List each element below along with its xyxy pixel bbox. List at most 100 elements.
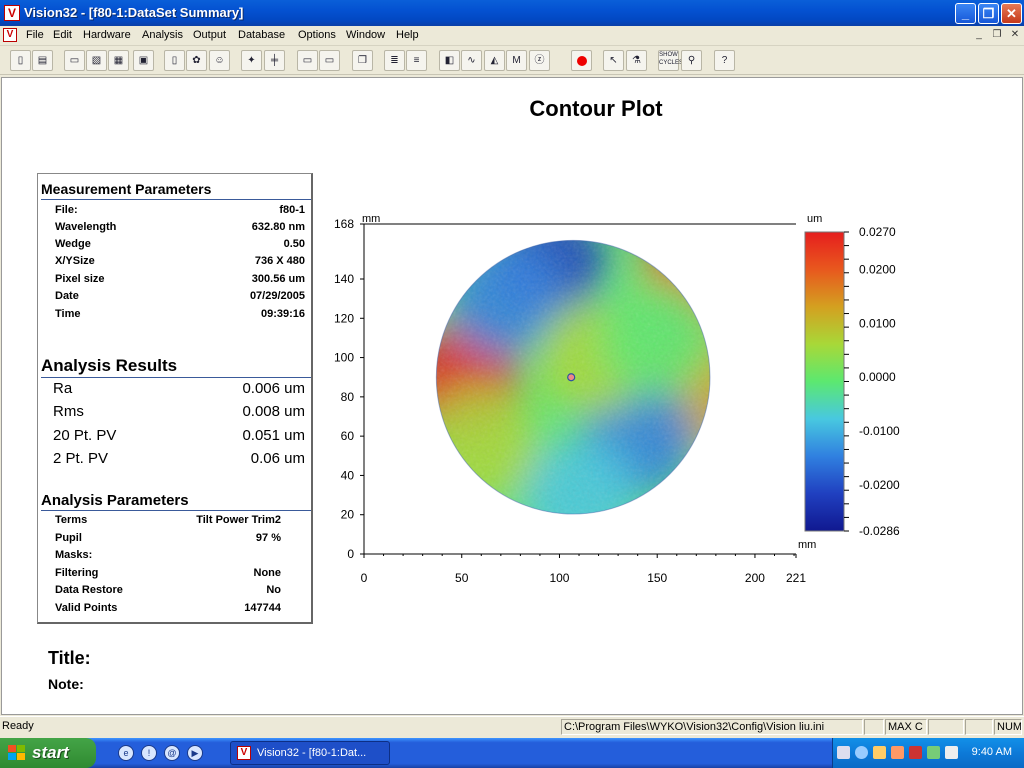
- status-pane-empty: [864, 719, 884, 735]
- colorbar-tick-label: 0.0100: [859, 316, 896, 330]
- record-icon[interactable]: [571, 50, 592, 71]
- 3d-icon[interactable]: ◭: [484, 50, 505, 71]
- z-icon[interactable]: ⓩ: [529, 50, 550, 71]
- status-text: Ready: [2, 720, 34, 732]
- menu-window[interactable]: Window: [346, 29, 385, 41]
- menu-analysis[interactable]: Analysis: [142, 29, 183, 41]
- window-icon[interactable]: ▭: [297, 50, 318, 71]
- toolbar: ▯ ▤ ▭ ▧ ▦ ▣ ▯ ✿ ☺ ✦ ╪ ▭ ▭ ❐ ≣ ≡ ◧ ∿ ◭ M …: [0, 47, 1024, 75]
- windows-flag-icon: [8, 745, 25, 760]
- title-bar[interactable]: V Vision32 - [f80-1:DataSet Summary] _ ❐…: [0, 0, 1024, 26]
- tray-expand-icon[interactable]: [855, 746, 868, 759]
- config-path: C:\Program Files\WYKO\Vision32\Config\Vi…: [561, 719, 863, 735]
- restore-button[interactable]: ❐: [978, 3, 999, 24]
- outlook-icon[interactable]: @: [164, 745, 180, 761]
- shortcuts-icon[interactable]: SHOW CYCLES: [658, 50, 683, 71]
- stack-icon[interactable]: ≣: [384, 50, 405, 71]
- print-preview-icon[interactable]: ▧: [86, 50, 107, 71]
- menu-edit[interactable]: Edit: [53, 29, 72, 41]
- security-icon[interactable]: [909, 746, 922, 759]
- doc-close-button[interactable]: ✕: [1008, 29, 1022, 43]
- doc-minimize-button[interactable]: _: [972, 29, 986, 43]
- status-pane-empty: [965, 719, 993, 735]
- menu-options[interactable]: Options: [298, 29, 336, 41]
- layers-icon[interactable]: ≡: [406, 50, 427, 71]
- window-title: Vision32 - [f80-1:DataSet Summary]: [24, 5, 244, 20]
- clock: 9:40 AM: [971, 746, 1012, 758]
- title-label: Title:: [48, 648, 91, 668]
- colorbar-tick-label: -0.0200: [859, 478, 900, 492]
- y-tick-label: 40: [341, 468, 355, 482]
- document-system-icon[interactable]: V: [3, 28, 17, 42]
- colorbar-gradient: [804, 231, 845, 532]
- contour-plot: 0 50 100 150 200 221 0 20 40 60 80 100 120 140 168 mm mm…: [334, 213, 900, 585]
- taskbar-vision32-button[interactable]: V Vision32 - [f80-1:Dat...: [230, 741, 390, 765]
- status-bar: Ready C:\Program Files\WYKO\Vision32\Con…: [0, 716, 1024, 736]
- y-unit-label: mm: [362, 213, 380, 225]
- contour-icon[interactable]: ◧: [439, 50, 460, 71]
- menu-output[interactable]: Output: [193, 29, 226, 41]
- page-icon[interactable]: ▯: [164, 50, 185, 71]
- color-wheel-icon[interactable]: ✿: [186, 50, 207, 71]
- mask-icon[interactable]: ☺: [209, 50, 230, 71]
- menu-database[interactable]: Database: [238, 29, 285, 41]
- dataset-summary-document: Contour Plot Measurement Parameters File…: [1, 77, 1023, 715]
- x-tick-label: 100: [549, 571, 569, 585]
- x-tick-label: 150: [647, 571, 667, 585]
- y-tick-label: 140: [334, 272, 354, 286]
- close-button[interactable]: ✕: [1001, 3, 1022, 24]
- status-pane-empty: [928, 719, 964, 735]
- save-icon[interactable]: ▣: [133, 50, 154, 71]
- y-tick-label: 120: [334, 311, 354, 325]
- x-tick-label: 221: [786, 571, 806, 585]
- num-indicator: NUM: [994, 719, 1022, 735]
- task-label: Vision32 - [f80-1:Dat...: [257, 747, 367, 759]
- quicklaunch-icon[interactable]: !: [141, 745, 157, 761]
- doc-restore-button[interactable]: ❐: [990, 29, 1004, 43]
- print-icon[interactable]: ▦: [108, 50, 129, 71]
- printer-tray-icon[interactable]: [891, 746, 904, 759]
- media-player-icon[interactable]: ▶: [187, 745, 203, 761]
- help-icon[interactable]: ?: [714, 50, 735, 71]
- max-indicator: MAX C: [885, 719, 927, 735]
- x-tick-label: 50: [455, 571, 469, 585]
- start-button[interactable]: start: [0, 738, 96, 768]
- profile-icon[interactable]: ∿: [461, 50, 482, 71]
- keyboard-icon[interactable]: [837, 746, 850, 759]
- ie-icon[interactable]: e: [118, 745, 134, 761]
- network-icon[interactable]: [873, 746, 886, 759]
- system-tray: 9:40 AM: [832, 738, 1024, 768]
- x-unit-label: mm: [798, 539, 816, 551]
- copy-icon[interactable]: ❐: [352, 50, 373, 71]
- analysis-param-label: Valid Points: [55, 602, 118, 614]
- open-folder-icon[interactable]: ▭: [64, 50, 85, 71]
- open-doc-icon[interactable]: ▤: [32, 50, 53, 71]
- x-tick-label: 200: [745, 571, 765, 585]
- start-label: start: [32, 743, 69, 762]
- y-tick-label: 80: [341, 390, 355, 404]
- y-tick-label: 168: [334, 217, 354, 231]
- volume-icon[interactable]: [945, 746, 958, 759]
- ruler-icon[interactable]: ╪: [264, 50, 285, 71]
- menu-help[interactable]: Help: [396, 29, 419, 41]
- menu-hardware[interactable]: Hardware: [83, 29, 131, 41]
- window-2-icon[interactable]: ▭: [319, 50, 340, 71]
- colorbar-tick-label: -0.0100: [859, 424, 900, 438]
- zoom-icon[interactable]: ⚲: [681, 50, 702, 71]
- menu-file[interactable]: File: [26, 29, 44, 41]
- colorbar-tick-label: 0.0200: [859, 263, 896, 277]
- minimize-button[interactable]: _: [955, 3, 976, 24]
- star-icon[interactable]: ✦: [241, 50, 262, 71]
- taskbar: start e ! @ ▶ V Vision32 - [f80-1:Dat...…: [0, 738, 1024, 768]
- colorbar-unit-label: um: [807, 213, 822, 225]
- update-icon[interactable]: [927, 746, 940, 759]
- pointer-icon[interactable]: ↖: [603, 50, 624, 71]
- colorbar-tick-label: 0.0000: [859, 370, 896, 384]
- menu-bar: V File Edit Hardware Analysis Output Dat…: [0, 26, 1024, 46]
- vision-app-icon[interactable]: V: [4, 5, 20, 21]
- new-icon[interactable]: ▯: [10, 50, 31, 71]
- m-icon[interactable]: M: [506, 50, 527, 71]
- colorbar-tick-label: -0.0286: [859, 524, 900, 538]
- x-tick-label: 0: [361, 571, 368, 585]
- flask-icon[interactable]: ⚗: [626, 50, 647, 71]
